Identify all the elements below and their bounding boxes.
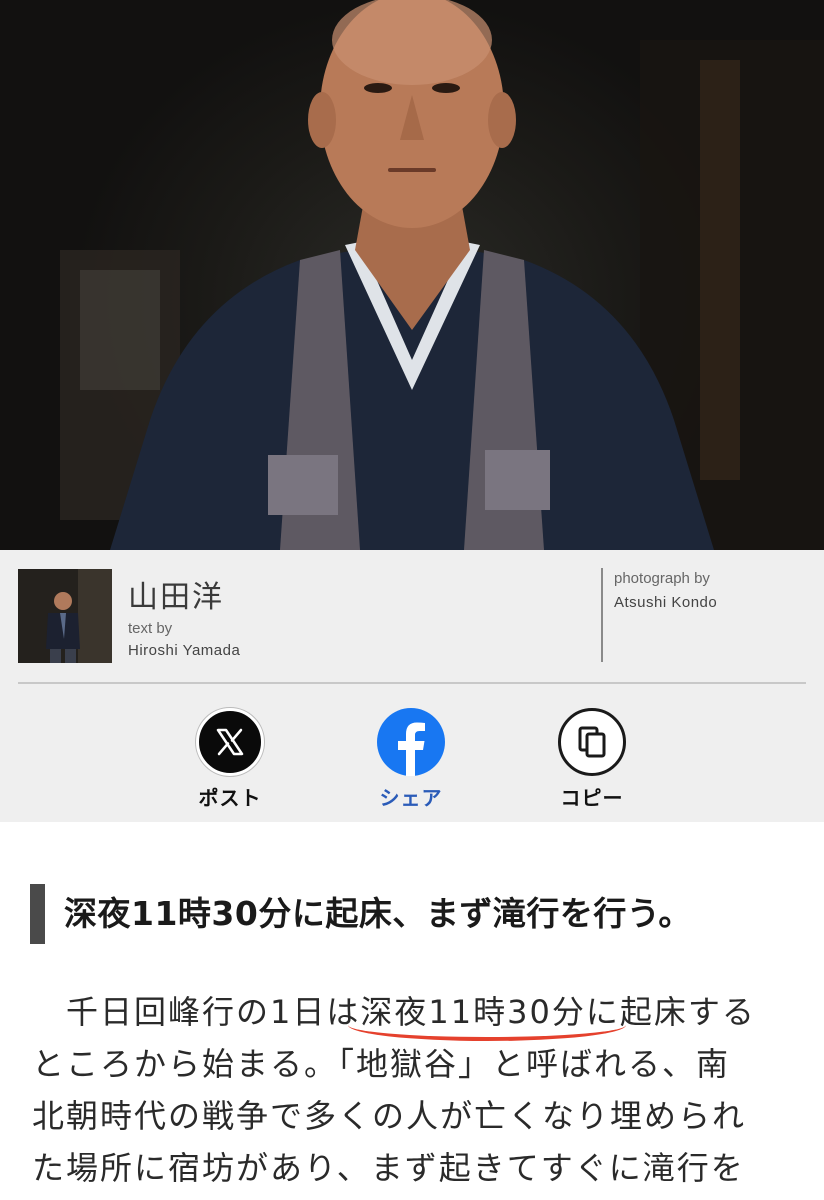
facebook-logo-icon — [377, 708, 445, 776]
body-line-1: 千日回峰行の1日は深夜11時30分に起床する — [32, 986, 802, 1038]
monk-portrait-image — [60, 0, 824, 550]
author-name-japanese[interactable]: 山田洋 — [128, 572, 224, 616]
body-text-segment: 千日回峰行の1日は — [66, 993, 361, 1031]
body-line-2: ところから始まる。「地獄谷」と呼ばれる、南 — [32, 1045, 731, 1083]
author-avatar[interactable] — [18, 569, 112, 663]
section-heading: 深夜11時30分に起床、まず滝行を行う。 — [64, 894, 692, 933]
photographer-name: Atsushi Kondo — [614, 594, 718, 611]
body-line-3: 北朝時代の戦争で多くの人が亡くなり埋められ — [32, 1097, 747, 1135]
article-body: 千日回峰行の1日は深夜11時30分に起床する ところから始まる。「地獄谷」と呼ば… — [32, 986, 802, 1194]
x-logo-icon — [196, 708, 264, 776]
copy-icon — [558, 708, 626, 776]
share-x-button[interactable]: ポスト — [175, 708, 285, 810]
share-x-label: ポスト — [198, 786, 262, 810]
text-by-label: text by — [128, 620, 173, 637]
photograph-by-label: photograph by — [614, 570, 710, 587]
credit-divider — [601, 568, 603, 662]
author-credit: 山田洋 text by Hiroshi Yamada photograph by… — [0, 550, 824, 682]
hero-photo — [0, 0, 824, 550]
copy-link-button[interactable]: コピー — [537, 708, 647, 810]
copy-link-label: コピー — [560, 786, 624, 810]
credit-panel: 山田洋 text by Hiroshi Yamada photograph by… — [0, 550, 824, 822]
share-facebook-button[interactable]: シェア — [356, 708, 466, 810]
heading-accent-bar — [30, 884, 45, 944]
author-avatar-image — [18, 569, 112, 663]
author-name-roman: Hiroshi Yamada — [128, 642, 241, 659]
highlighted-time-text: 深夜11時30分 — [360, 993, 586, 1031]
share-facebook-label: シェア — [379, 786, 443, 810]
body-line-4: た場所に宿坊があり、まず起きてすぐに滝行を — [32, 1149, 745, 1187]
credit-separator — [18, 682, 806, 684]
